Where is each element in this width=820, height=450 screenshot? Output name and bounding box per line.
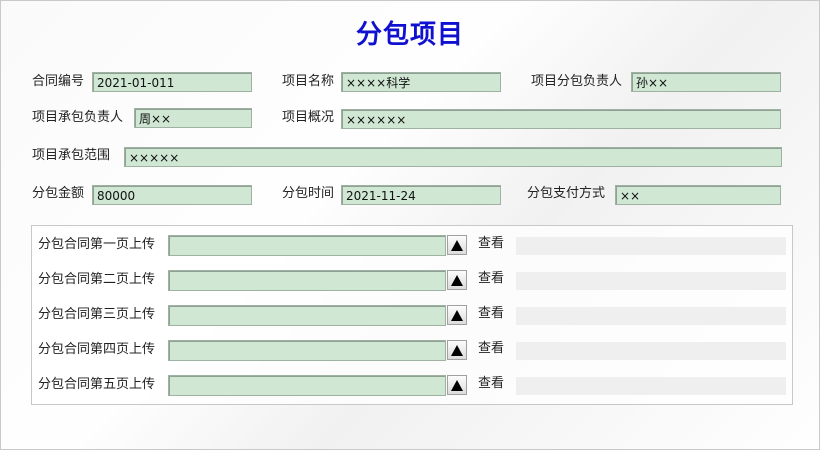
scope-field[interactable]: ××××× xyxy=(124,147,782,167)
upload-label: 分包合同第五页上传 xyxy=(38,377,156,392)
upload-button[interactable] xyxy=(447,375,467,395)
view-link[interactable]: 查看 xyxy=(478,268,504,290)
upload-status xyxy=(516,272,786,290)
time-label: 分包时间 xyxy=(282,186,335,201)
contract-owner-field[interactable]: 周×× xyxy=(134,108,252,128)
view-link[interactable]: 查看 xyxy=(478,338,504,360)
scope-label: 项目承包范围 xyxy=(32,148,111,163)
contract-no-label: 合同编号 xyxy=(32,74,85,89)
triangle-up-icon xyxy=(451,379,463,391)
triangle-up-icon xyxy=(451,274,463,286)
upload-status xyxy=(516,307,786,325)
time-field[interactable]: 2021-11-24 xyxy=(341,185,501,205)
upload-status xyxy=(516,237,786,255)
upload-panel: 分包合同第一页上传 查看 分包合同第二页上传 查看 分包合同第三页上传 查看 分… xyxy=(31,225,793,405)
contract-no-field[interactable]: 2021-01-011 xyxy=(92,72,252,92)
upload-field[interactable] xyxy=(168,235,446,256)
amount-label: 分包金额 xyxy=(32,186,85,201)
overview-label: 项目概况 xyxy=(282,110,335,125)
upload-label: 分包合同第一页上传 xyxy=(38,237,156,252)
upload-field[interactable] xyxy=(168,305,446,326)
view-link[interactable]: 查看 xyxy=(478,303,504,325)
subcontract-owner-label: 项目分包负责人 xyxy=(531,74,623,89)
contract-owner-label: 项目承包负责人 xyxy=(32,110,124,125)
view-link[interactable]: 查看 xyxy=(478,373,504,395)
pay-method-label: 分包支付方式 xyxy=(527,186,606,201)
pay-method-field[interactable]: ×× xyxy=(615,185,781,205)
upload-button[interactable] xyxy=(447,270,467,290)
upload-label: 分包合同第三页上传 xyxy=(38,307,156,322)
upload-status xyxy=(516,342,786,360)
triangle-up-icon xyxy=(451,344,463,356)
triangle-up-icon xyxy=(451,239,463,251)
page-title: 分包项目 xyxy=(355,20,464,50)
upload-button[interactable] xyxy=(447,305,467,325)
overview-field[interactable]: ×××××× xyxy=(341,109,781,129)
upload-button[interactable] xyxy=(447,235,467,255)
upload-field[interactable] xyxy=(168,340,446,361)
amount-field[interactable]: 80000 xyxy=(92,185,252,205)
project-name-label: 项目名称 xyxy=(282,74,335,89)
upload-label: 分包合同第四页上传 xyxy=(38,342,156,357)
view-link[interactable]: 查看 xyxy=(478,233,504,255)
subcontract-owner-field[interactable]: 孙×× xyxy=(631,72,781,92)
upload-label: 分包合同第二页上传 xyxy=(38,272,156,287)
upload-status xyxy=(516,377,786,395)
triangle-up-icon xyxy=(451,309,463,321)
upload-button[interactable] xyxy=(447,340,467,360)
upload-field[interactable] xyxy=(168,375,446,396)
project-name-field[interactable]: ××××科学 xyxy=(341,72,501,92)
upload-field[interactable] xyxy=(168,270,446,291)
